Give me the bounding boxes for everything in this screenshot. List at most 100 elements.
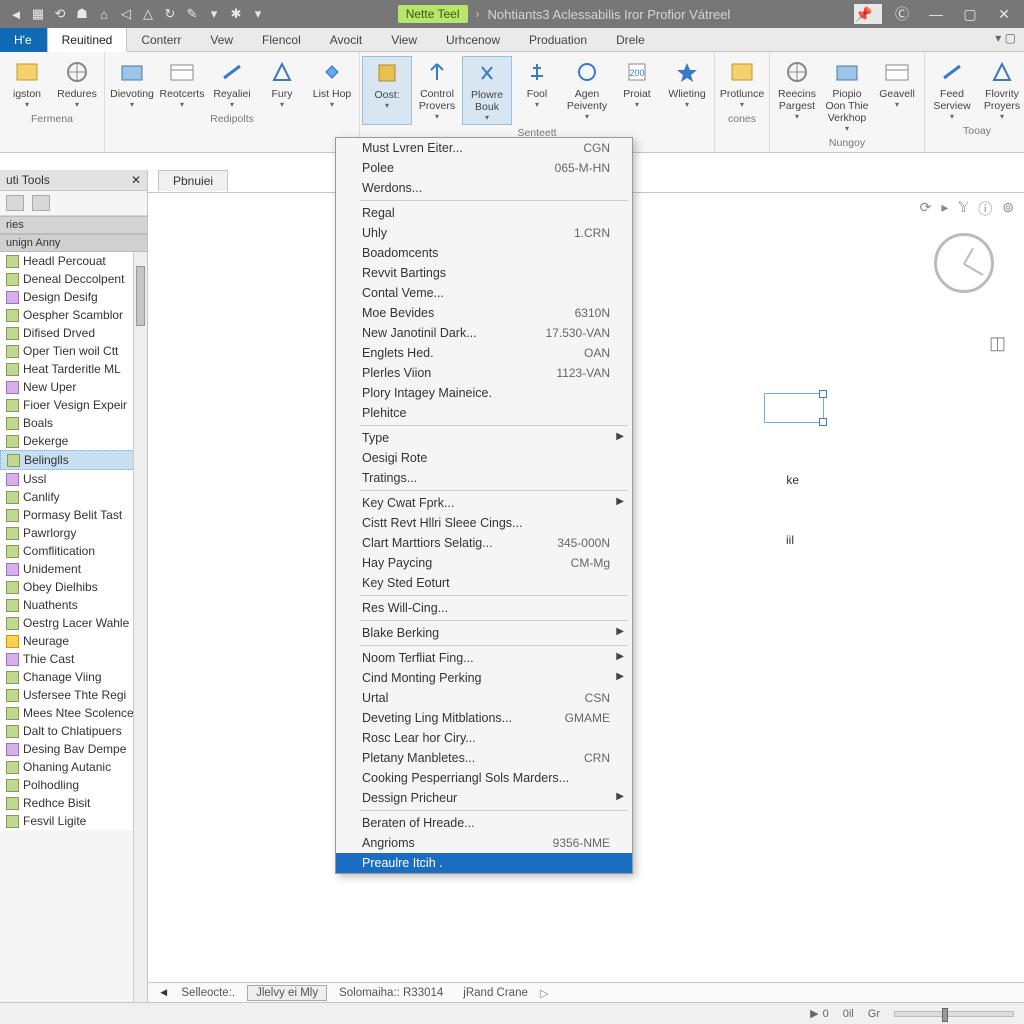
- tree-item[interactable]: Design Desifg: [0, 288, 147, 306]
- ribbon-btn-reotcerts[interactable]: Reotcerts▾: [157, 56, 207, 111]
- tree-item[interactable]: Ussl: [0, 470, 147, 488]
- tree-item[interactable]: Ohaning Autanic: [0, 758, 147, 776]
- tree-item[interactable]: Fioer Vesign Expeir: [0, 396, 147, 414]
- panel-close-icon[interactable]: ✕: [131, 173, 141, 187]
- menu-item[interactable]: UrtalCSN: [336, 688, 632, 708]
- shape-handle-br[interactable]: [819, 418, 827, 426]
- tree-item[interactable]: Polhodling: [0, 776, 147, 794]
- ribbon-btn-redures[interactable]: Redures▾: [52, 56, 102, 111]
- tree-item[interactable]: Desing Bav Dempe: [0, 740, 147, 758]
- qat-triangle-icon[interactable]: △: [140, 6, 156, 22]
- menu-item[interactable]: Polee065-M-HN: [336, 158, 632, 178]
- menu-item[interactable]: Contal Veme...: [336, 283, 632, 303]
- menu-item[interactable]: Must Lvren Eiter...CGN: [336, 138, 632, 158]
- menu-item[interactable]: Rosc Lear hor Ciry...: [336, 728, 632, 748]
- qat-save-icon[interactable]: ▦: [30, 6, 46, 22]
- tree-item[interactable]: Mees Ntee Scolence: [0, 704, 147, 722]
- tree-item[interactable]: Redhce Bisit: [0, 794, 147, 812]
- menu-item[interactable]: Oesigi Rote: [336, 448, 632, 468]
- ribbon-btn-feed-serview[interactable]: Feed Serview▾: [927, 56, 977, 123]
- qat-home-icon[interactable]: ⌂: [96, 6, 112, 22]
- menu-item[interactable]: Noom Terfliat Fing...▶: [336, 648, 632, 668]
- tab-drele[interactable]: Drele: [602, 28, 660, 52]
- ribbon-btn-plowre-bouk[interactable]: Plowre Bouk▾: [462, 56, 512, 125]
- menu-item[interactable]: Moe Bevides6310N: [336, 303, 632, 323]
- shape-handle-tr[interactable]: [819, 390, 827, 398]
- panel-sub-2[interactable]: unign Anny: [0, 234, 147, 252]
- tab-view[interactable]: View: [377, 28, 432, 52]
- ribbon-btn-wlieting[interactable]: Wlieting▾: [662, 56, 712, 125]
- tree-item[interactable]: Unidement: [0, 560, 147, 578]
- ribbon-btn-proiat[interactable]: 200Proiat▾: [612, 56, 662, 125]
- tree-item[interactable]: Oestrg Lacer Wahle: [0, 614, 147, 632]
- wc-close-icon[interactable]: ✕: [990, 4, 1018, 24]
- qat-pin-icon[interactable]: ☗: [74, 6, 90, 22]
- menu-item[interactable]: Tratings...: [336, 468, 632, 488]
- menu-item[interactable]: Beraten of Hreade...: [336, 813, 632, 833]
- sheet-tab[interactable]: jRand Crane: [455, 986, 536, 1000]
- wc-minimize-icon[interactable]: —: [922, 4, 950, 24]
- menu-item[interactable]: New Janotinil Dark...17.530-VAN: [336, 323, 632, 343]
- menu-item[interactable]: Type▶: [336, 428, 632, 448]
- status-zoom[interactable]: ▶ 0: [810, 1007, 829, 1020]
- status-run-icon[interactable]: ▶: [810, 1007, 818, 1020]
- tree-item[interactable]: Dalt to Chlatipuers: [0, 722, 147, 740]
- qat-dropdown2-icon[interactable]: ▾: [250, 6, 266, 22]
- menu-item[interactable]: Cind Monting Perking▶: [336, 668, 632, 688]
- menu-item[interactable]: Plehitce: [336, 403, 632, 423]
- ribbon-btn-fury[interactable]: Fury▾: [257, 56, 307, 111]
- menu-item[interactable]: Hay PaycingCM-Mg: [336, 553, 632, 573]
- ci-bird-icon[interactable]: 𝕐: [958, 199, 968, 219]
- panel-sub-1[interactable]: ries: [0, 216, 147, 234]
- sheet-nav-left-icon[interactable]: ◄: [158, 987, 169, 999]
- tree-item[interactable]: Neurage: [0, 632, 147, 650]
- tab-produation[interactable]: Produation: [515, 28, 602, 52]
- menu-item[interactable]: Blake Berking▶: [336, 623, 632, 643]
- ci-info-icon[interactable]: ⓘ: [978, 199, 992, 219]
- ribbon-btn-fool[interactable]: Fool▾: [512, 56, 562, 125]
- sheet-tab[interactable]: Jlelvy ei Mly: [247, 985, 327, 1001]
- menu-item[interactable]: Key Cwat Fprk...▶: [336, 493, 632, 513]
- menu-item[interactable]: Uhly1.CRN: [336, 223, 632, 243]
- ribbon-btn-geavell[interactable]: Geavell▾: [872, 56, 922, 135]
- tree-item[interactable]: Pawrlorgy: [0, 524, 147, 542]
- menu-item[interactable]: Dessign Pricheur▶: [336, 788, 632, 808]
- tree-item[interactable]: Deneal Deccolpent: [0, 270, 147, 288]
- menu-item[interactable]: Regal: [336, 203, 632, 223]
- tree-item[interactable]: Headl Percouat: [0, 252, 147, 270]
- menu-item[interactable]: Plory Intagey Maineice.: [336, 383, 632, 403]
- tree-scrollbar[interactable]: [133, 252, 147, 1002]
- ribbon-btn-igston[interactable]: igston▾: [2, 56, 52, 111]
- pin-value-box[interactable]: 📌 8: [854, 4, 882, 24]
- tree-item[interactable]: Nuathents: [0, 596, 147, 614]
- panel-tool1-icon[interactable]: [6, 195, 24, 211]
- menu-item[interactable]: Preaulre Itcih .: [336, 853, 632, 873]
- ribbon-btn-piopio-oon-thie-verkhop[interactable]: Piopio Oon Thie Verkhop▾: [822, 56, 872, 135]
- wc-help-icon[interactable]: Ⓒ: [888, 4, 916, 24]
- sheet-tab[interactable]: Selleocte:.: [173, 986, 243, 1000]
- ribbon-btn-flovrity-proyers[interactable]: Flovrity Proyers▾: [977, 56, 1024, 123]
- menu-item[interactable]: Plerles Viion1123-VAN: [336, 363, 632, 383]
- menu-item[interactable]: Key Sted Eoturt: [336, 573, 632, 593]
- tabs-dropdown-icon[interactable]: ▾ ▢: [987, 28, 1024, 51]
- panel-tool2-icon[interactable]: [32, 195, 50, 211]
- tree-item[interactable]: Dekerge: [0, 432, 147, 450]
- ribbon-btn-reyaliei[interactable]: Reyaliei▾: [207, 56, 257, 111]
- status-gr[interactable]: Gr: [868, 1008, 880, 1020]
- tree-item[interactable]: Difised Drved: [0, 324, 147, 342]
- tree-item[interactable]: New Uper: [0, 378, 147, 396]
- tab-flencol[interactable]: Flencol: [248, 28, 316, 52]
- qat-compass-icon[interactable]: ◁: [118, 6, 134, 22]
- tree-item[interactable]: Boals: [0, 414, 147, 432]
- status-oil[interactable]: 0il: [843, 1008, 854, 1020]
- menu-item[interactable]: Res Will-Cing...: [336, 598, 632, 618]
- ribbon-btn-control-provers[interactable]: Control Provers▾: [412, 56, 462, 125]
- tree-item[interactable]: Thie Cast: [0, 650, 147, 668]
- tree-item[interactable]: Comflitication: [0, 542, 147, 560]
- qat-back-icon[interactable]: ◄: [8, 6, 24, 22]
- qat-sync-icon[interactable]: ⟲: [52, 6, 68, 22]
- tab-avocit[interactable]: Avocit: [316, 28, 377, 52]
- ribbon-btn-reecins-pargest[interactable]: Reecins Pargest▾: [772, 56, 822, 135]
- ci-tri-icon[interactable]: ▸: [941, 199, 948, 219]
- ribbon-btn-agen-peiventy[interactable]: Agen Peiventy▾: [562, 56, 612, 125]
